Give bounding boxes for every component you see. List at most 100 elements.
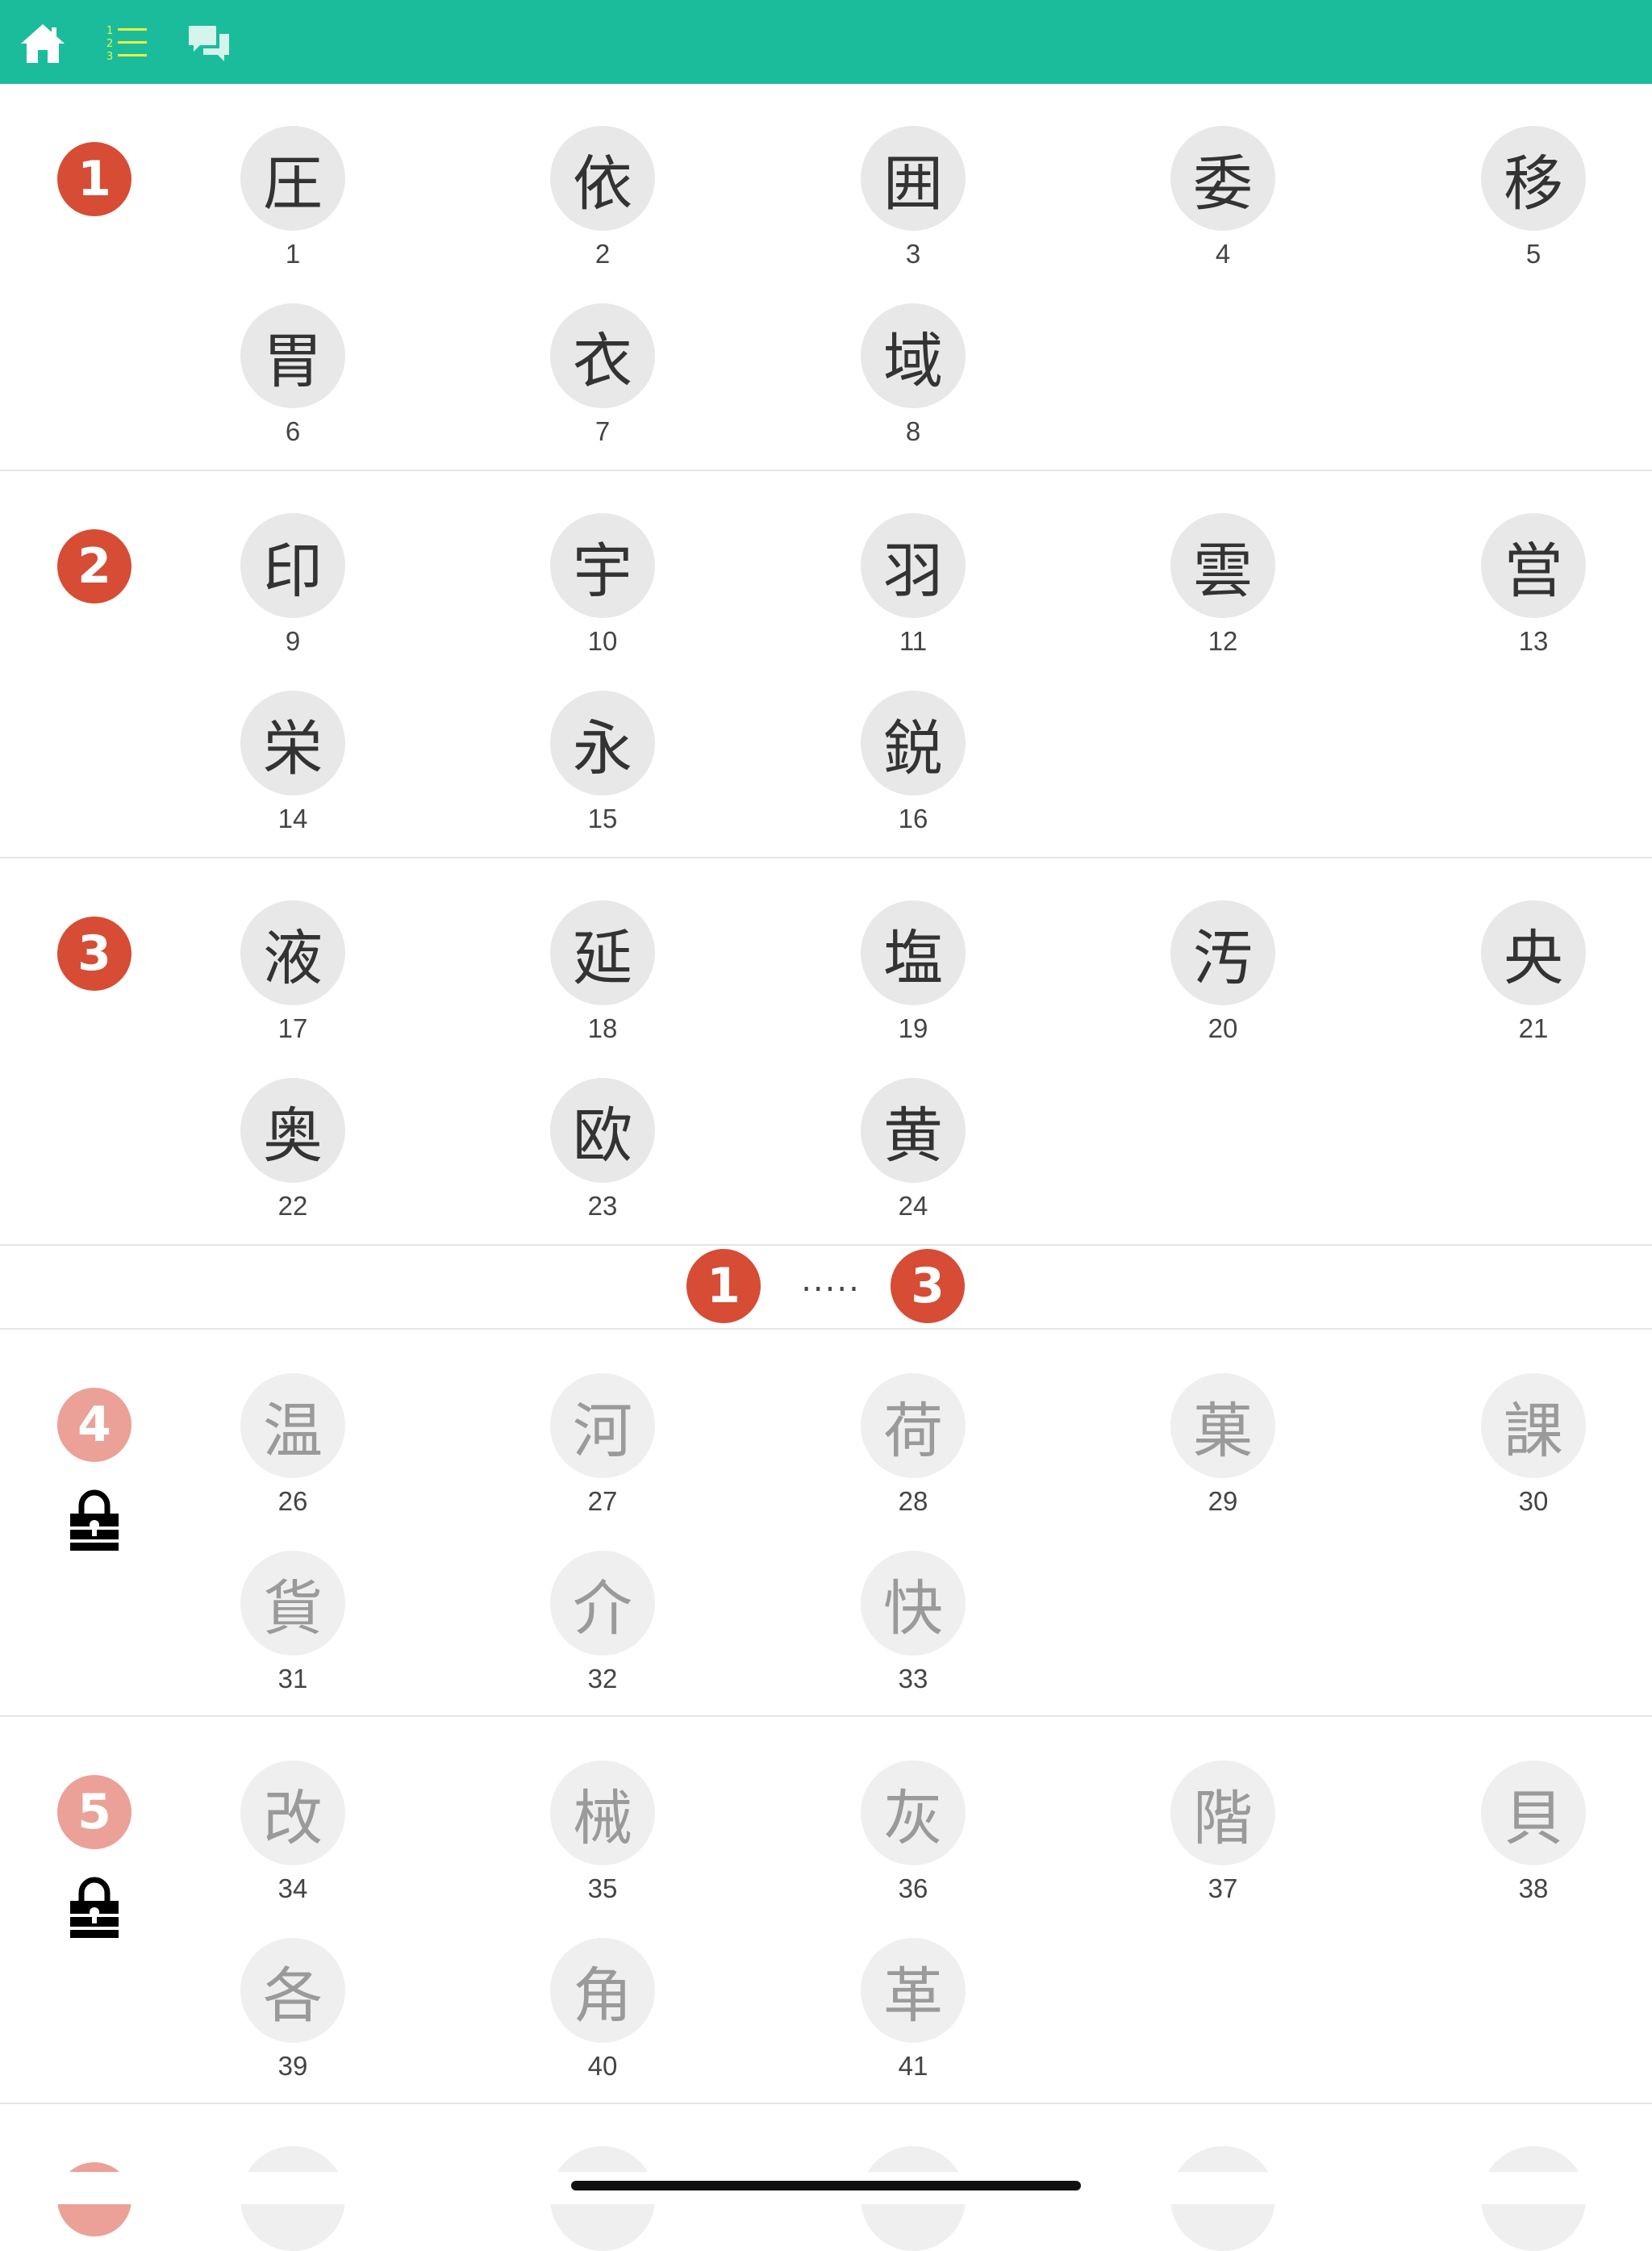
kanji-circle: 延 [550,900,655,1005]
kanji-number: 32 [587,1664,618,1693]
progress-start-badge: 1 [686,1249,761,1323]
kanji-number: 11 [899,626,928,656]
kanji-item[interactable]: 課 30 [1461,1373,1606,1535]
section-divider [0,2103,1652,2104]
kanji-circle: 委 [1170,126,1275,231]
kanji-number: 19 [898,1013,928,1043]
kanji-item[interactable]: 革 41 [841,1938,986,2099]
kanji-item[interactable]: 介 32 [530,1551,675,1712]
kanji-number: 22 [277,1191,308,1221]
section-divider [0,1328,1652,1330]
kanji-item[interactable]: 鋭 16 [841,691,986,852]
kanji-item[interactable]: 胃6 [220,303,365,465]
kanji-item[interactable]: 委4 [1150,126,1295,287]
kanji-circle: 圧 [240,126,345,231]
kanji-circle: 灰 [861,1760,966,1865]
kanji-circle: 貨 [240,1551,345,1656]
kanji-item[interactable]: 荷 28 [841,1373,986,1535]
kanji-circle: 快 [861,1551,966,1656]
kanji-item[interactable]: 依2 [530,126,675,287]
kanji-item[interactable]: 栄 14 [220,691,365,852]
kanji-circle: 黄 [861,1078,966,1183]
lock-icon [69,1875,120,1940]
kanji-item[interactable]: 貝 38 [1461,1760,1606,1922]
lock-icon [69,1488,120,1552]
kanji-circle: 河 [550,1373,655,1478]
kanji-item[interactable]: 塩 19 [841,900,986,1062]
kanji-item[interactable]: 雲 12 [1150,513,1295,674]
list-button[interactable]: 1 2 3 [102,18,152,68]
kanji-item[interactable]: 温 26 [220,1373,365,1535]
kanji-circle: 介 [550,1551,655,1656]
kanji-circle: 雲 [1170,513,1275,618]
kanji-item[interactable]: 階 37 [1150,1760,1295,1922]
kanji-item[interactable]: 圧1 [220,126,365,287]
kanji-circle: 奥 [240,1078,345,1183]
kanji-number: 36 [898,1873,928,1903]
kanji-circle: 依 [550,126,655,231]
kanji-number: 13 [1518,626,1549,656]
kanji-circle: 印 [240,513,345,618]
kanji-item[interactable]: 黄 24 [841,1078,986,1239]
kanji-item[interactable]: 奥 22 [220,1078,365,1239]
kanji-number: 1 [285,239,301,269]
kanji-number: 18 [587,1013,618,1043]
kanji-item[interactable]: 央 21 [1461,900,1606,1062]
kanji-circle: 宇 [550,513,655,618]
kanji-item[interactable]: 永 15 [530,691,675,852]
kanji-item[interactable]: 各 39 [220,1938,365,2099]
kanji-number: 10 [587,626,618,656]
kanji-circle: 衣 [550,303,655,408]
section-badge-2: 2 [57,529,131,603]
section-divider [0,857,1652,858]
kanji-number: 12 [1208,626,1238,656]
kanji-item[interactable]: 械 35 [530,1760,675,1922]
kanji-circle: 汚 [1170,900,1275,1005]
kanji-item[interactable]: 印9 [220,513,365,674]
kanji-number: 4 [1215,239,1231,269]
chat-button[interactable] [184,18,234,68]
kanji-item[interactable]: 快 33 [841,1551,986,1712]
kanji-item[interactable]: 羽 11 [841,513,986,674]
kanji-number: 8 [905,416,921,446]
kanji-circle: 改 [240,1760,345,1865]
kanji-circle: 栄 [240,691,345,796]
kanji-item[interactable]: 宇 10 [530,513,675,674]
kanji-circle: 営 [1481,513,1586,618]
chat-bubbles-icon [189,26,229,61]
kanji-item[interactable]: 灰 36 [841,1760,986,1922]
kanji-item[interactable]: 移5 [1461,126,1606,287]
section-badge-3: 3 [57,917,131,991]
kanji-item[interactable]: 延 18 [530,900,675,1062]
kanji-circle: 域 [861,303,966,408]
home-button[interactable] [18,18,68,68]
kanji-item[interactable]: 衣7 [530,303,675,465]
kanji-number: 7 [594,416,611,446]
kanji-item[interactable]: 汚 20 [1150,900,1295,1062]
kanji-item[interactable]: 囲3 [841,126,986,287]
kanji-number: 14 [277,804,308,833]
svg-text:3: 3 [106,51,113,63]
kanji-number: 2 [594,239,611,269]
kanji-item[interactable]: 貨 31 [220,1551,365,1712]
kanji-number: 9 [285,626,301,656]
home-indicator[interactable] [571,2181,1081,2190]
kanji-item[interactable]: 液 17 [220,900,365,1062]
kanji-number: 31 [277,1664,308,1693]
kanji-circle: 央 [1481,900,1586,1005]
section-badge-1: 1 [57,142,131,216]
kanji-item[interactable]: 角 40 [530,1938,675,2099]
kanji-number: 35 [587,1873,618,1903]
numbered-list-icon: 1 2 3 [106,25,147,63]
kanji-item[interactable]: 菓 29 [1150,1373,1295,1535]
kanji-number: 29 [1208,1486,1238,1516]
kanji-number: 28 [898,1486,928,1516]
kanji-number: 41 [898,2051,928,2081]
kanji-item[interactable]: 営 13 [1461,513,1606,674]
kanji-item[interactable]: 河 27 [530,1373,675,1535]
kanji-item[interactable]: 改 34 [220,1760,365,1922]
kanji-item[interactable]: 域8 [841,303,986,465]
kanji-number: 39 [277,2051,308,2081]
kanji-item[interactable]: 欧 23 [530,1078,675,1239]
kanji-number: 30 [1518,1486,1549,1516]
